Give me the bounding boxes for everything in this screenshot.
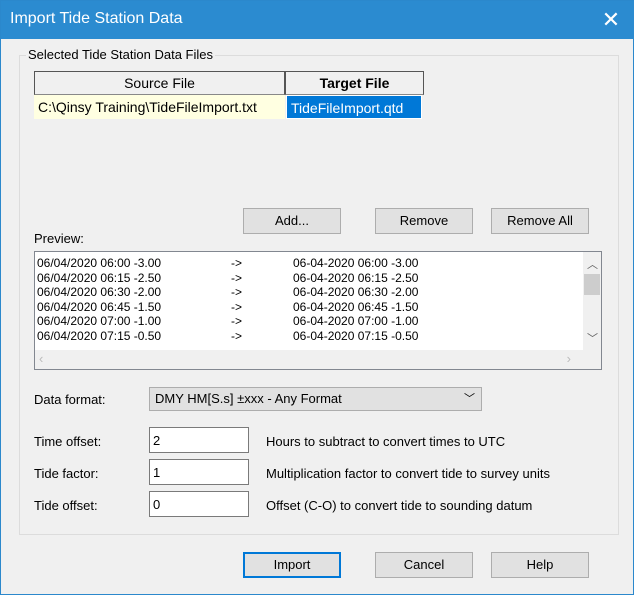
data-format-label: Data format:: [34, 392, 106, 407]
source-file-cell[interactable]: C:\Qinsy Training\TideFileImport.txt: [34, 95, 285, 119]
header-target-file[interactable]: Target File: [285, 71, 424, 95]
preview-target: 06-04-2020 06:45 -1.50: [293, 299, 419, 314]
add-button[interactable]: Add...: [243, 208, 341, 234]
preview-target: 06-04-2020 06:00 -3.00: [293, 256, 419, 270]
preview-label: Preview:: [34, 231, 84, 246]
chevron-down-icon: ﹀: [464, 393, 475, 405]
preview-source: 06/04/2020 07:00 -1.00: [37, 314, 162, 328]
preview-target: 06-04-2020 07:15 -0.50: [293, 328, 419, 343]
preview-row: 06/04/2020 07:00 -1.00 -> 06-04-2020 07:00…: [35, 314, 575, 328]
tide-offset-hint: Offset (C-O) to convert tide to sounding…: [266, 498, 533, 513]
time-offset-input[interactable]: [149, 427, 249, 453]
preview-list[interactable]: 06/04/2020 06:00 -3.00 -> 06-04-2020 06:00…: [34, 251, 602, 370]
scroll-right-icon[interactable]: ›: [567, 351, 571, 366]
horizontal-scrollbar[interactable]: ‹ ›: [35, 350, 601, 369]
header-source-file[interactable]: Source File: [34, 71, 285, 95]
preview-arrow: ->: [231, 314, 243, 328]
preview-source: 06/04/2020 06:30 -2.00: [37, 285, 162, 299]
scroll-thumb[interactable]: [584, 274, 600, 295]
tide-factor-input[interactable]: [149, 459, 249, 485]
remove-button[interactable]: Remove: [375, 208, 473, 234]
preview-arrow: ->: [231, 256, 243, 270]
preview-target: 06-04-2020 06:30 -2.00: [293, 285, 419, 299]
preview-row: 06/04/2020 06:00 -3.00 -> 06-04-2020 06:00…: [35, 256, 575, 270]
preview-source: 06/04/2020 06:00 -3.00: [37, 256, 162, 270]
target-file-cell[interactable]: TideFileImport.qtd: [286, 95, 422, 119]
scroll-left-icon[interactable]: ‹: [39, 351, 43, 366]
tide-factor-hint: Multiplication factor to convert tide to…: [266, 466, 550, 481]
preview-target: 06-04-2020 07:00 -1.00: [293, 314, 419, 328]
preview-row: 06/04/2020 06:30 -2.00 -> 06-04-2020 06:30…: [35, 285, 575, 299]
preview-arrow: ->: [231, 299, 243, 314]
import-button[interactable]: Import: [243, 552, 341, 578]
preview-source: 06/04/2020 06:15 -2.50: [37, 270, 162, 285]
preview-row: 06/04/2020 06:45 -1.50 -> 06-04-2020 06:45…: [35, 300, 575, 314]
vertical-scrollbar[interactable]: ︿ ﹀: [583, 252, 601, 350]
group-label: Selected Tide Station Data Files: [26, 47, 215, 62]
preview-row: 06/04/2020 07:15 -0.50 -> 06-04-2020 07:15…: [35, 329, 575, 343]
scroll-up-icon[interactable]: ︿: [587, 256, 598, 272]
preview-arrow: ->: [231, 328, 243, 343]
time-offset-label: Time offset:: [34, 434, 102, 449]
cancel-button[interactable]: Cancel: [375, 552, 473, 578]
scroll-down-icon[interactable]: ﹀: [587, 330, 598, 346]
tide-factor-label: Tide factor:: [34, 466, 99, 481]
data-format-value: DMY HM[S.s] ±xxx - Any Format: [155, 391, 342, 406]
preview-source: 06/04/2020 06:45 -1.50: [37, 299, 162, 314]
preview-arrow: ->: [231, 285, 243, 299]
data-format-select[interactable]: DMY HM[S.s] ±xxx - Any Format ﹀: [149, 387, 482, 411]
window-title: Import Tide Station Data: [10, 10, 183, 27]
preview-row: 06/04/2020 06:15 -2.50 -> 06-04-2020 06:15…: [35, 271, 575, 285]
preview-target: 06-04-2020 06:15 -2.50: [293, 270, 419, 285]
tide-offset-input[interactable]: [149, 491, 249, 517]
remove-all-button[interactable]: Remove All: [491, 208, 589, 234]
help-button[interactable]: Help: [491, 552, 589, 578]
preview-arrow: ->: [231, 270, 243, 285]
title-bar: Import Tide Station Data ✕: [1, 1, 634, 39]
preview-source: 06/04/2020 07:15 -0.50: [37, 328, 162, 343]
close-icon[interactable]: ✕: [599, 7, 623, 33]
time-offset-hint: Hours to subtract to convert times to UT…: [266, 434, 506, 449]
tide-offset-label: Tide offset:: [34, 498, 98, 513]
